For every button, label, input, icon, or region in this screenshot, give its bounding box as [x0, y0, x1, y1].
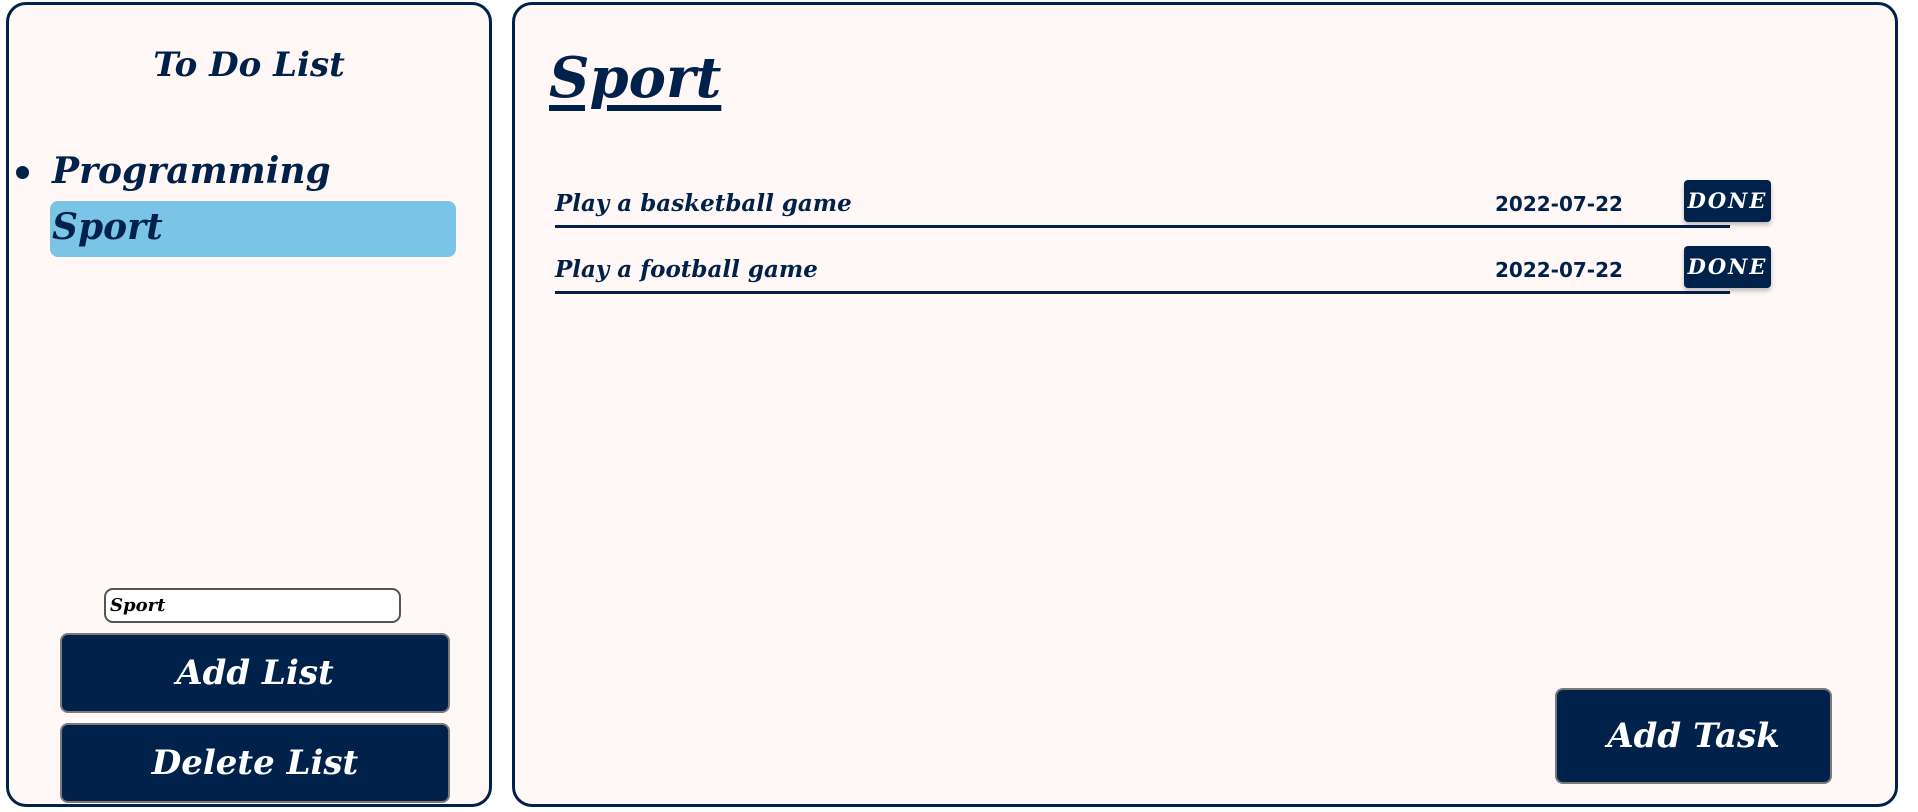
- list-name-input[interactable]: [104, 588, 401, 623]
- add-list-button[interactable]: Add List: [60, 633, 450, 713]
- delete-list-button[interactable]: Delete List: [60, 723, 450, 803]
- sidebar: To Do List Programming Sport Add List De…: [6, 2, 492, 807]
- add-task-button[interactable]: Add Task: [1555, 688, 1832, 784]
- list-title: Sport: [549, 45, 722, 111]
- list-nav: Programming Sport: [9, 145, 489, 257]
- app-root: To Do List Programming Sport Add List De…: [0, 0, 1918, 812]
- task-row: Play a basketball game 2022-07-22 DONE: [555, 180, 1771, 228]
- task-text: Play a football game: [555, 256, 818, 283]
- sidebar-title: To Do List: [153, 45, 345, 85]
- list-item-programming[interactable]: Programming: [16, 145, 456, 201]
- list-item-sport[interactable]: Sport: [50, 201, 456, 257]
- task-row: Play a football game 2022-07-22 DONE: [555, 246, 1771, 294]
- done-button[interactable]: DONE: [1684, 246, 1771, 288]
- main-panel: Sport Play a basketball game 2022-07-22 …: [512, 2, 1898, 807]
- list-item-label: Sport: [52, 206, 163, 248]
- list-item-label: Programming: [52, 150, 331, 192]
- done-button[interactable]: DONE: [1684, 180, 1771, 222]
- task-text: Play a basketball game: [555, 190, 852, 217]
- task-date: 2022-07-22: [1495, 192, 1623, 216]
- bullet-icon: [16, 166, 29, 179]
- task-date: 2022-07-22: [1495, 258, 1623, 282]
